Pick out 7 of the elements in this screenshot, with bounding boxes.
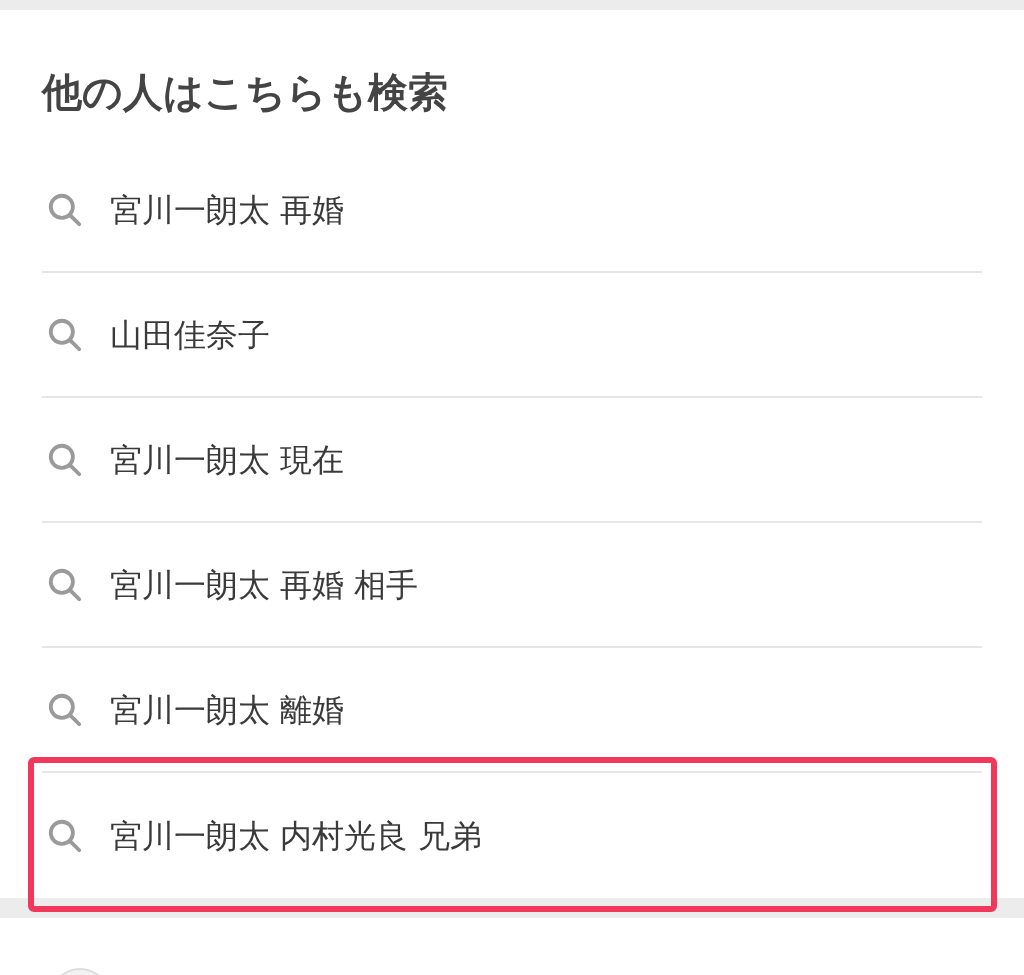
search-suggestion[interactable]: 宮川一朗太 再婚	[42, 148, 982, 271]
search-suggestion[interactable]: 宮川一朗太 離婚	[42, 648, 982, 771]
section-heading: 他の人はこちらも検索	[42, 72, 448, 112]
search-suggestion[interactable]: 宮川一朗太 再婚 相手	[42, 523, 982, 646]
search-suggestion[interactable]: 山田佳奈子	[42, 273, 982, 396]
search-suggestion[interactable]: 宮川一朗太 内村光良 兄弟	[42, 773, 982, 898]
search-suggestion[interactable]: 宮川一朗太 現在	[42, 398, 982, 521]
